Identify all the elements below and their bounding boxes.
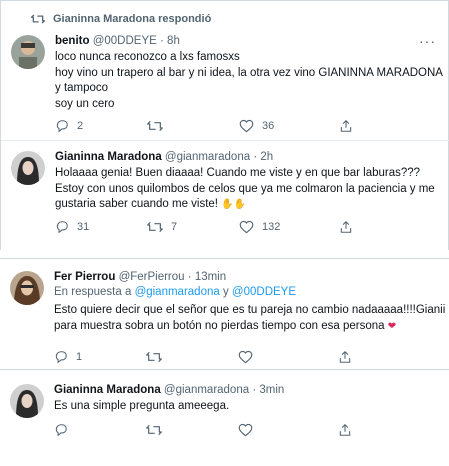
like-button[interactable]: 36 xyxy=(239,119,339,133)
replied-banner: Gianinna Maradona respondió xyxy=(31,12,211,26)
share-button[interactable] xyxy=(338,423,352,437)
display-name[interactable]: Gianinna Maradona xyxy=(54,384,161,396)
share-icon xyxy=(339,220,353,234)
conversation-block-top: Gianinna Maradona respondió benito @00DD… xyxy=(0,0,449,250)
mention-link[interactable]: @00DDEYE xyxy=(232,286,296,298)
retweet-icon xyxy=(31,12,45,26)
handle[interactable]: @00DDEYE xyxy=(93,35,157,47)
mention-link[interactable]: @gianmaradona xyxy=(135,286,220,298)
divider xyxy=(1,140,449,141)
reply-button[interactable]: 31 xyxy=(55,220,147,234)
like-icon xyxy=(238,423,253,437)
heart-emoji-icon: ❤ xyxy=(387,320,397,332)
like-icon xyxy=(238,350,253,364)
retweet-button[interactable]: 7 xyxy=(147,220,239,234)
reply-button[interactable] xyxy=(54,423,146,437)
retweet-icon xyxy=(146,423,162,437)
reply-icon xyxy=(55,220,69,234)
timestamp[interactable]: 8h xyxy=(167,35,180,47)
display-name[interactable]: Gianinna Maradona xyxy=(55,151,162,163)
conversation-block-reply: Fer Pierrou @FerPierrou · 13min En respu… xyxy=(0,258,449,370)
retweet-icon xyxy=(147,119,163,133)
avatar[interactable] xyxy=(10,384,44,418)
tweet-line: gustaria saber cuando me viste! ✋✋ xyxy=(55,197,435,213)
tweet-actions: 31 7 132 xyxy=(55,220,353,234)
tweet-line: Es una simple pregunta ameeega. xyxy=(54,400,230,412)
tweet-line: y tampoco xyxy=(55,82,109,94)
dot: · xyxy=(252,384,257,396)
avatar[interactable] xyxy=(11,151,45,185)
like-icon xyxy=(239,220,254,234)
tweet-text: loco nunca reconozco a lxs famosxs hoy v… xyxy=(55,50,443,112)
tweet-line: hoy vino un trapero al bar y ni idea, la… xyxy=(55,66,443,79)
raised-hands-emoji-icon: ✋✋ xyxy=(221,199,247,210)
tweet-header: benito @00DDEYE · 8h xyxy=(55,35,180,47)
retweet-icon xyxy=(147,220,163,234)
tweet-line: Estoy con unos quilombos de celos que ya… xyxy=(55,182,435,195)
tweet-line: loco nunca reconozco a lxs famosxs xyxy=(55,51,240,63)
tweet-line: Holaaaa genia! Buen diaaaa! Cuando me vi… xyxy=(55,167,421,179)
retweet-count: 7 xyxy=(171,221,178,233)
share-button[interactable] xyxy=(339,119,353,133)
like-button[interactable] xyxy=(238,423,338,437)
handle[interactable]: @FerPierrou xyxy=(119,271,185,283)
tweet-line: para muestra sobra un botón no pierdas t… xyxy=(54,319,445,335)
share-button[interactable] xyxy=(338,350,352,364)
tweet-line-text: gustaria saber cuando me viste! xyxy=(55,198,219,210)
timestamp[interactable]: 3min xyxy=(259,384,284,396)
tweet-text: Es una simple pregunta ameeega. xyxy=(54,399,229,415)
tweet-header: Fer Pierrou @FerPierrou · 13min xyxy=(54,271,226,283)
more-glyph: ··· xyxy=(419,33,436,49)
tweet-line-text: para muestra sobra un botón no pierdas t… xyxy=(54,319,385,332)
tweet-actions: 2 36 xyxy=(55,119,353,133)
reply-count: 31 xyxy=(77,221,90,233)
share-icon xyxy=(338,423,352,437)
tweet-header: Gianinna Maradona @gianmaradona · 3min xyxy=(54,384,284,396)
retweet-icon xyxy=(146,350,162,364)
reply-count: 1 xyxy=(76,351,83,363)
tweet-actions: 1 xyxy=(54,350,352,364)
retweet-button[interactable] xyxy=(147,119,239,133)
dot: · xyxy=(187,271,192,283)
tweet-line: Esto quiere decir que el señor que es tu… xyxy=(54,304,446,316)
tweet-text: Holaaaa genia! Buen diaaaa! Cuando me vi… xyxy=(55,166,435,213)
avatar[interactable] xyxy=(10,271,44,305)
retweet-button[interactable] xyxy=(146,423,238,437)
reply-context: En respuesta a @gianmaradona y @00DDEYE xyxy=(54,286,296,298)
replied-banner-text: Gianinna Maradona respondió xyxy=(53,13,212,25)
timestamp[interactable]: 13min xyxy=(195,271,226,283)
handle[interactable]: @gianmaradona xyxy=(165,151,250,163)
handle[interactable]: @gianmaradona xyxy=(164,384,249,396)
reply-context-prefix: En respuesta a xyxy=(54,286,132,298)
tweet-text: Esto quiere decir que el señor que es tu… xyxy=(54,303,445,334)
share-button[interactable] xyxy=(339,220,353,234)
reply-icon xyxy=(55,119,69,133)
like-icon xyxy=(239,119,254,133)
avatar[interactable] xyxy=(11,35,45,69)
share-icon xyxy=(338,350,352,364)
more-icon[interactable]: ··· xyxy=(419,33,436,49)
like-count: 36 xyxy=(262,120,275,132)
timestamp[interactable]: 2h xyxy=(260,151,273,163)
reply-icon xyxy=(54,350,68,364)
conversation-block-bottom: Gianinna Maradona @gianmaradona · 3min E… xyxy=(0,370,449,466)
retweet-button[interactable] xyxy=(146,350,238,364)
tweet-line: soy un cero xyxy=(55,97,115,110)
display-name[interactable]: benito xyxy=(55,35,90,47)
tweet-actions xyxy=(54,423,352,437)
tweet-header: Gianinna Maradona @gianmaradona · 2h xyxy=(55,151,273,163)
display-name[interactable]: Fer Pierrou xyxy=(54,271,115,283)
reply-button[interactable]: 2 xyxy=(55,119,147,133)
reply-context-joiner: y xyxy=(222,286,229,298)
reply-count: 2 xyxy=(77,120,84,132)
reply-button[interactable]: 1 xyxy=(54,350,146,364)
reply-icon xyxy=(54,423,68,437)
dot: · xyxy=(253,151,258,163)
like-count: 132 xyxy=(262,221,281,233)
share-icon xyxy=(339,119,353,133)
like-button[interactable]: 132 xyxy=(239,220,339,234)
like-button[interactable] xyxy=(238,350,338,364)
dot: · xyxy=(160,35,164,47)
